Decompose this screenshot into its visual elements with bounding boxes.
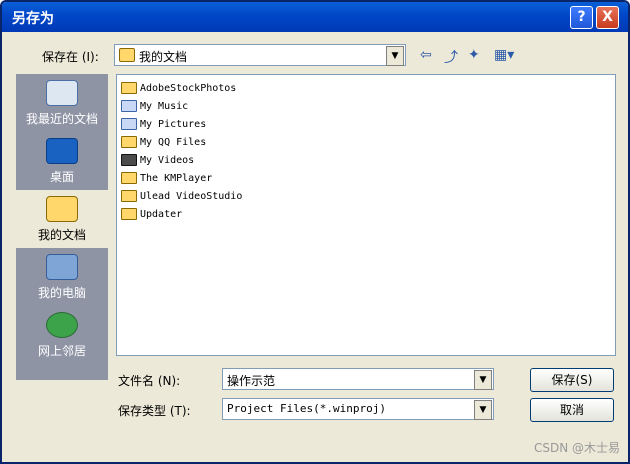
save-type-combo[interactable]: Project Files(*.winproj) ▼: [222, 398, 494, 420]
file-name-dropdown-button[interactable]: ▼: [474, 370, 492, 390]
look-in-combo[interactable]: 我的文档 ▼: [114, 44, 406, 66]
list-item[interactable]: My Pictures: [121, 115, 206, 133]
list-item[interactable]: My Music: [121, 97, 188, 115]
my-documents-icon: [119, 48, 135, 62]
look-in-dropdown-button[interactable]: ▼: [386, 46, 404, 66]
folder-icon: [121, 208, 137, 220]
list-item[interactable]: Updater: [121, 205, 182, 223]
file-name: Ulead VideoStudio: [140, 190, 243, 202]
places-item-label: 我最近的文档: [25, 112, 98, 126]
folder-icon: [121, 136, 137, 148]
list-item[interactable]: AdobeStockPhotos: [121, 79, 236, 97]
file-list[interactable]: AdobeStockPhotos My Music My Pictures My…: [116, 74, 616, 356]
new-folder-icon[interactable]: ✦: [468, 47, 480, 63]
file-name: The KMPlayer: [140, 172, 213, 184]
file-name: Updater: [140, 208, 183, 220]
watermark: CSDN @木士易: [533, 441, 620, 455]
file-name: My Music: [140, 100, 189, 112]
list-item[interactable]: Ulead VideoStudio: [121, 187, 242, 205]
desktop-icon: [46, 138, 78, 164]
places-item-label: 我的电脑: [37, 286, 86, 300]
save-type-dropdown-button[interactable]: ▼: [474, 400, 492, 420]
music-folder-icon: [121, 100, 137, 112]
cancel-button[interactable]: 取消: [530, 398, 614, 422]
computer-icon: [46, 254, 78, 280]
videos-folder-icon: [121, 154, 137, 166]
places-item-my-computer[interactable]: 我的电脑: [16, 248, 108, 306]
view-menu-icon[interactable]: ▦▾: [494, 47, 514, 63]
folder-icon: [121, 190, 137, 202]
file-name-label: 文件名 (N):: [118, 374, 181, 388]
up-folder-icon[interactable]: ⤴: [444, 47, 458, 67]
places-bar: 我最近的文档 桌面 我的文档 我的电脑 网上邻居: [16, 74, 108, 380]
recent-documents-icon: [46, 80, 78, 106]
list-item[interactable]: The KMPlayer: [121, 169, 212, 187]
save-type-value: Project Files(*.winproj): [227, 402, 386, 415]
save-type-label: 保存类型 (T):: [118, 404, 191, 418]
network-icon: [46, 312, 78, 338]
file-name: My Pictures: [140, 118, 207, 130]
file-name-value: 操作示范: [227, 374, 276, 388]
save-button[interactable]: 保存(S): [530, 368, 614, 392]
my-documents-icon: [46, 196, 78, 222]
back-icon[interactable]: ⇦: [420, 47, 432, 63]
folder-icon: [121, 172, 137, 184]
file-name-field[interactable]: 操作示范 ▼: [222, 368, 494, 390]
file-name: My QQ Files: [140, 136, 207, 148]
list-item[interactable]: My Videos: [121, 151, 194, 169]
save-as-dialog: 另存为 ? X 保存在 (I): 我的文档 ▼ ⇦ ⤴ ✦ ▦▾ 我最近的文档 …: [0, 0, 630, 464]
places-item-network[interactable]: 网上邻居: [16, 306, 108, 364]
places-item-my-documents[interactable]: 我的文档: [16, 190, 108, 248]
folder-icon: [121, 82, 137, 94]
look-in-value: 我的文档: [139, 50, 188, 64]
places-item-label: 桌面: [49, 170, 74, 184]
places-item-desktop[interactable]: 桌面: [16, 132, 108, 190]
window-title: 另存为: [12, 11, 54, 27]
pictures-folder-icon: [121, 118, 137, 130]
title-bar: 另存为 ? X: [2, 2, 628, 32]
places-item-label: 我的文档: [37, 228, 86, 242]
help-button[interactable]: ?: [570, 6, 593, 29]
list-item[interactable]: My QQ Files: [121, 133, 206, 151]
places-item-recent[interactable]: 我最近的文档: [16, 74, 108, 132]
file-name: AdobeStockPhotos: [140, 82, 237, 94]
close-button[interactable]: X: [596, 6, 619, 29]
look-in-label: 保存在 (I):: [42, 50, 99, 64]
places-item-label: 网上邻居: [37, 344, 86, 358]
file-name: My Videos: [140, 154, 195, 166]
